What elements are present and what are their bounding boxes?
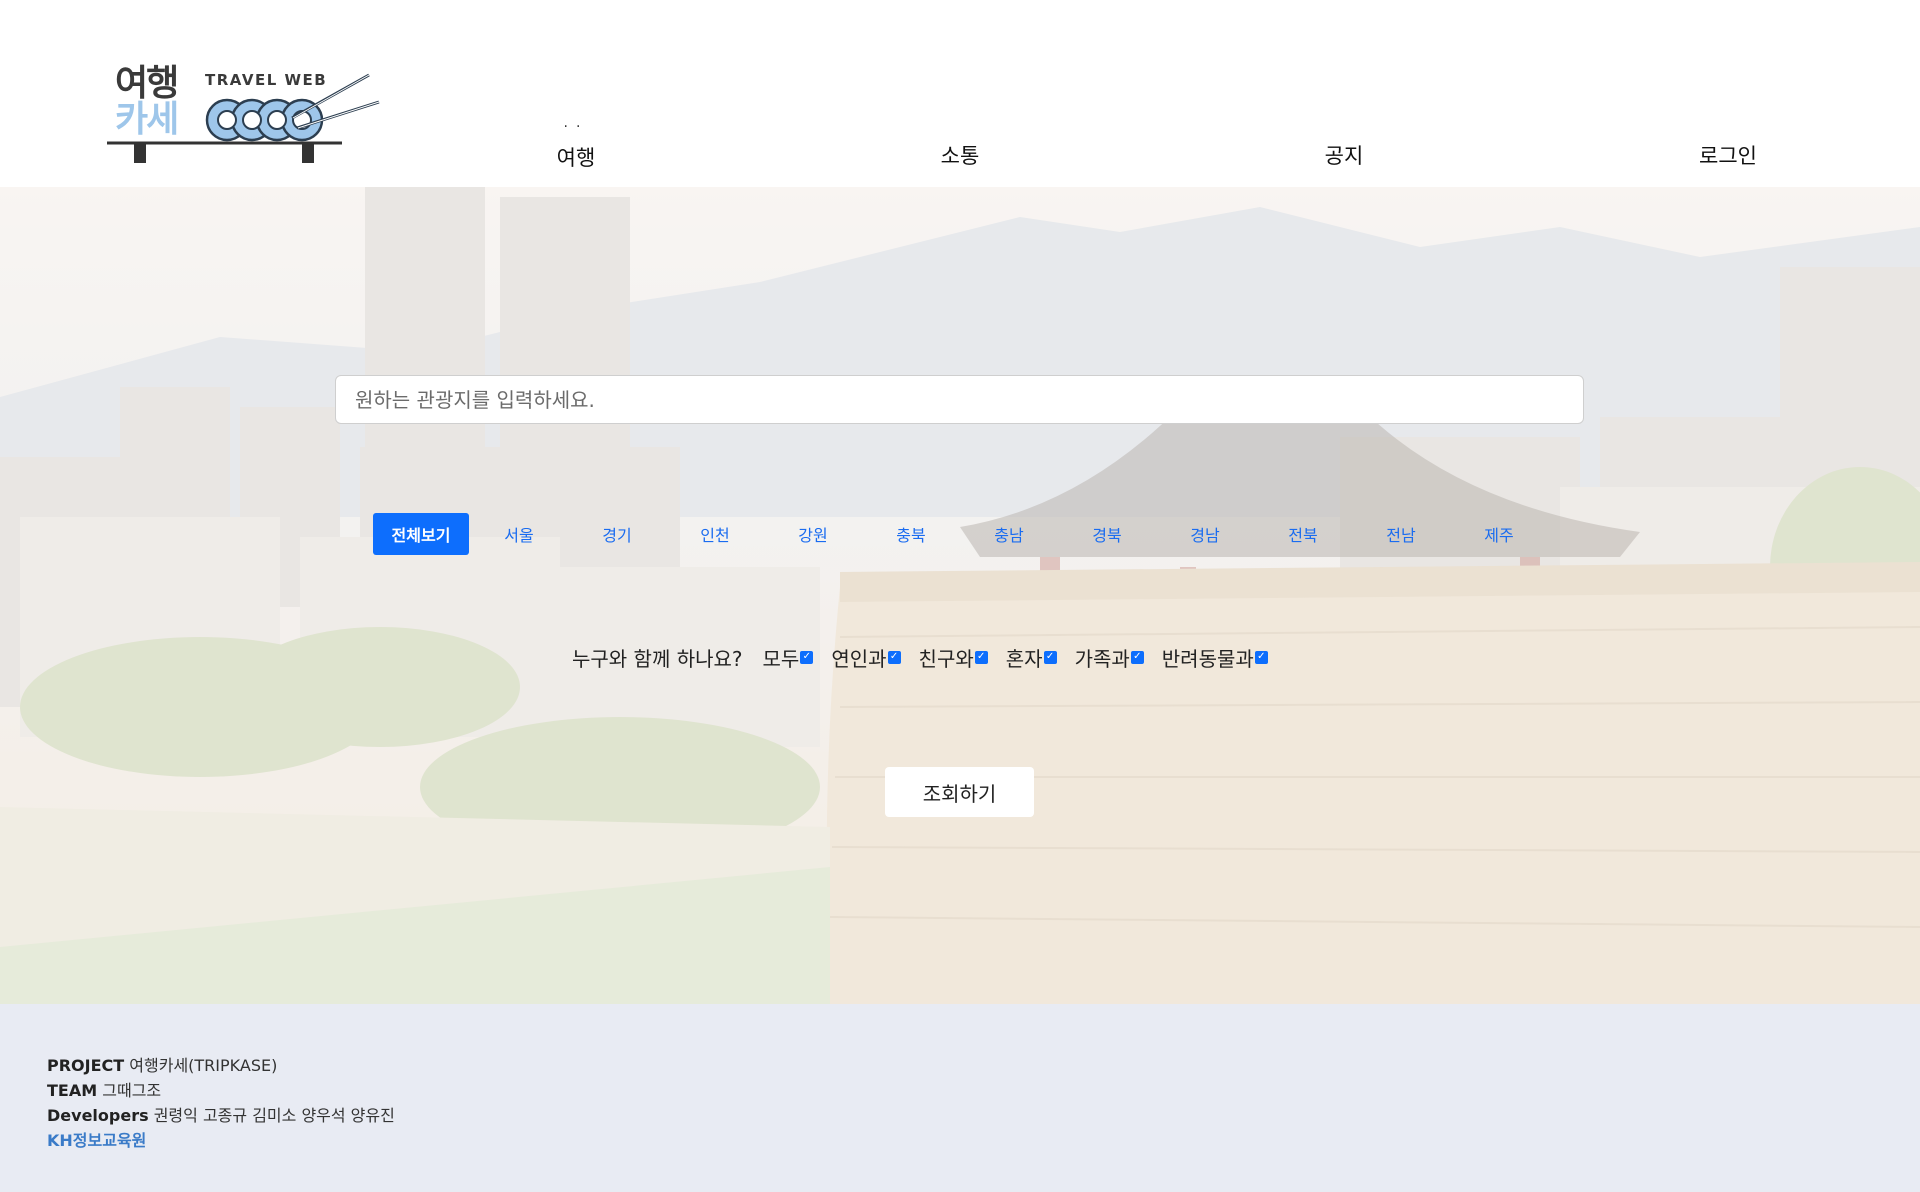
region-tab-gyeongnam[interactable]: 경남 [1157,513,1253,555]
checkbox-checked-icon[interactable]: ✓ [887,650,901,664]
companion-option-label: 연인과 [831,646,887,671]
companion-option-all[interactable]: 모두 ✓ [763,643,814,672]
site-logo[interactable]: 여행 카세 TRAVEL WEB [107,58,382,164]
nav-item-community[interactable]: 소통 [941,140,980,170]
footer-project: PROJECT 여행카세(TRIPKASE) [47,1052,277,1076]
region-tab-chungnam[interactable]: 충남 [961,513,1057,555]
companion-option-couple[interactable]: 연인과 ✓ [831,643,901,672]
companion-option-pet[interactable]: 반려동물과 ✓ [1162,643,1268,672]
region-tab-jeju[interactable]: 제주 [1451,513,1547,555]
region-tab-all[interactable]: 전체보기 [373,513,469,555]
nav-item-notice[interactable]: 공지 [1325,140,1364,170]
region-tab-gangwon[interactable]: 강원 [765,513,861,555]
companion-question: 누구와 함께 하나요? [572,646,743,671]
site-header: 여행 카세 TRAVEL WEB ·· 여행 소통 공지 로그인 [0,0,1920,187]
footer-team-key: TEAM [47,1081,98,1100]
region-tab-gyeongbuk[interactable]: 경북 [1059,513,1155,555]
companion-option-label: 반려동물과 [1161,646,1254,671]
footer-project-value: 여행카세(TRIPKASE) [129,1056,278,1075]
checkbox-checked-icon[interactable]: ✓ [1043,650,1057,664]
hero-section: 전체보기 서울 경기 인천 강원 충북 충남 경북 경남 전북 전남 제주 누구… [0,187,1920,1004]
region-tab-jeonbuk[interactable]: 전북 [1255,513,1351,555]
companion-option-label: 친구와 [918,646,974,671]
footer-team-value: 그때그조 [102,1081,162,1100]
region-tab-gyeonggi[interactable]: 경기 [569,513,665,555]
region-tab-seoul[interactable]: 서울 [471,513,567,555]
nav-item-login[interactable]: 로그인 [1699,140,1757,170]
logo-text-line1: 여행 [115,63,179,104]
footer-developers-value: 권령익 고종규 김미소 양우석 양유진 [153,1106,395,1125]
site-footer: PROJECT 여행카세(TRIPKASE) TEAM 그때그조 Develop… [0,1004,1920,1192]
search-submit-button[interactable]: 조회하기 [885,767,1034,817]
companion-option-label: 모두 [762,646,800,671]
checkbox-checked-icon[interactable]: ✓ [1254,650,1268,664]
region-tab-incheon[interactable]: 인천 [667,513,763,555]
companion-option-friends[interactable]: 친구와 ✓ [919,643,988,672]
search-input[interactable] [335,375,1584,424]
companion-filter: 누구와 함께 하나요? 모두 ✓ 연인과 ✓ 친구와 ✓ 혼자 ✓ 가족과 ✓ … [572,642,1286,672]
nav-active-indicator: ·· [563,119,589,135]
nav-item-travel[interactable]: 여행 [557,142,596,172]
footer-project-key: PROJECT [47,1056,125,1075]
logo-text-line2: 카세 [115,99,179,140]
region-tab-chungbuk[interactable]: 충북 [863,513,959,555]
companion-option-family[interactable]: 가족과 ✓ [1075,643,1144,672]
logo-tagline: TRAVEL WEB [205,71,328,89]
checkbox-checked-icon[interactable]: ✓ [974,650,988,664]
footer-team: TEAM 그때그조 [47,1077,161,1101]
footer-developers: Developers 권령익 고종규 김미소 양우석 양유진 [47,1102,395,1126]
region-tab-jeonnam[interactable]: 전남 [1353,513,1449,555]
hero-overlay [0,187,1920,1004]
footer-organization[interactable]: KH정보교육원 [47,1127,146,1151]
footer-developers-key: Developers [47,1106,149,1125]
companion-option-alone[interactable]: 혼자 ✓ [1006,643,1057,672]
checkbox-checked-icon[interactable]: ✓ [800,650,814,664]
companion-option-label: 가족과 [1074,646,1130,671]
companion-option-label: 혼자 [1005,646,1043,671]
checkbox-checked-icon[interactable]: ✓ [1130,650,1144,664]
